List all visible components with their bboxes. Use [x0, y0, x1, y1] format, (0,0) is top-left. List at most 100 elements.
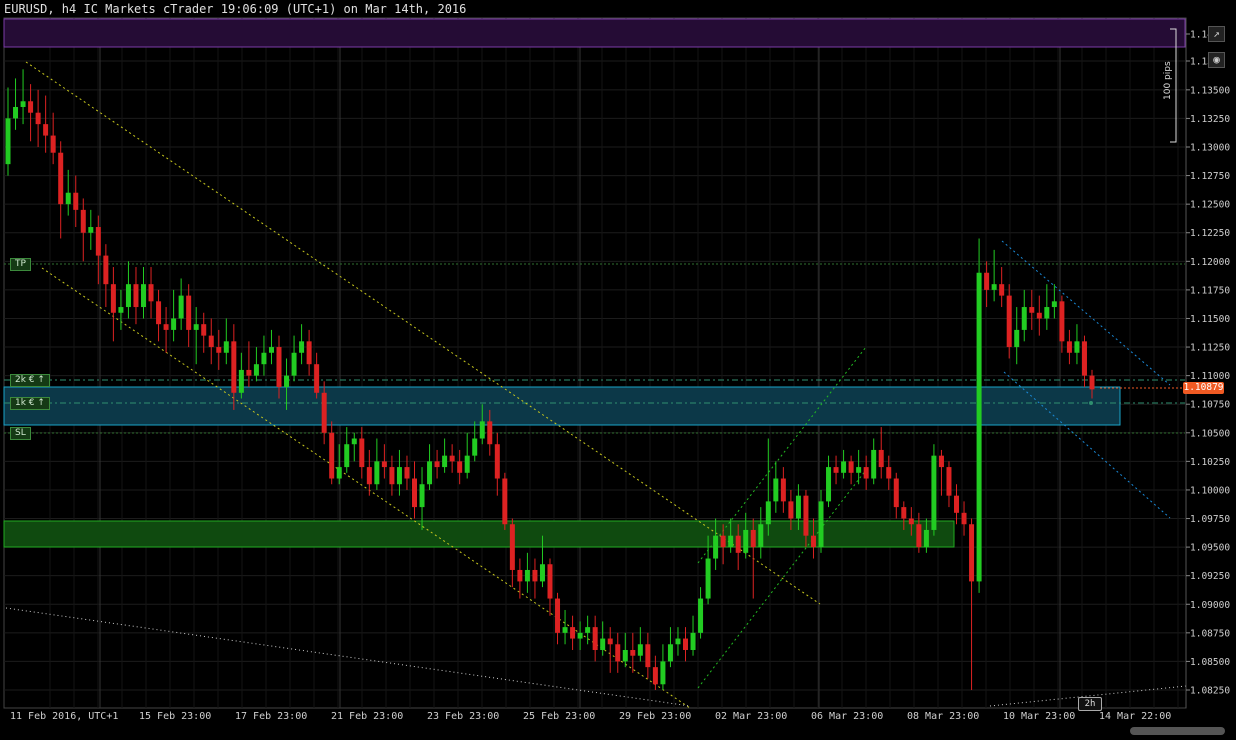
candle-body — [826, 467, 832, 502]
candle-body — [600, 638, 606, 650]
candle-body — [615, 644, 621, 662]
tp-tag[interactable]: TP — [10, 258, 31, 271]
camera-icon[interactable]: ◉ — [1208, 52, 1225, 68]
resistance-zone-purple — [3, 18, 1186, 48]
candle-body — [660, 661, 666, 685]
candle-body — [1074, 341, 1080, 353]
candle-body — [216, 347, 222, 353]
candle-body — [743, 529, 749, 553]
candle-body — [494, 444, 500, 479]
chart-canvas[interactable]: 1.141.131.135001.132501.130001.127501.12… — [0, 0, 1236, 740]
candle-body — [284, 375, 290, 388]
candle-body — [1059, 301, 1065, 342]
candle-body — [502, 478, 508, 525]
order-tag-2k[interactable]: 2k € ↑ — [10, 374, 50, 387]
candle-body — [88, 227, 94, 233]
candle-body — [381, 461, 387, 468]
candle-body — [1044, 307, 1050, 319]
sl-tag[interactable]: SL — [10, 427, 31, 440]
candle-body — [110, 284, 116, 313]
candle-body — [5, 118, 11, 165]
current-price-badge: 1.10879 — [1183, 382, 1224, 394]
price-tick-label: 1.10250 — [1190, 457, 1230, 468]
candle-body — [208, 335, 214, 348]
candle-body — [780, 478, 786, 502]
candle-body — [299, 341, 305, 353]
candle-body — [359, 438, 365, 468]
order-tag-1k[interactable]: 1k € ↑ — [10, 397, 50, 410]
candle-body — [412, 478, 417, 508]
candle-body — [728, 535, 734, 548]
candle-body — [125, 284, 131, 308]
candle-body — [923, 529, 929, 548]
candle-body — [193, 324, 199, 330]
time-axis[interactable]: 11 Feb 2016, UTC+1 15 Feb 23:00 17 Feb 23:… — [10, 711, 1171, 722]
candle-body — [735, 535, 741, 553]
price-tick-label: 1.08750 — [1190, 628, 1230, 639]
candle-body — [253, 364, 259, 376]
candle-body — [1006, 295, 1012, 348]
candle-body — [698, 598, 704, 633]
candle-body — [171, 318, 177, 330]
candle-body — [178, 295, 184, 319]
zoom-level[interactable]: 2h — [1078, 697, 1102, 711]
candle-body — [479, 421, 485, 439]
candle-body — [246, 369, 252, 376]
candle-body — [321, 392, 327, 433]
candle-body — [442, 455, 448, 468]
price-axis[interactable]: 1.141.131.135001.132501.130001.127501.12… — [1186, 30, 1230, 697]
candle-body — [984, 272, 990, 290]
order-zone-blue[interactable] — [3, 386, 1121, 426]
price-tick-label: 1.12250 — [1190, 228, 1230, 239]
price-tick-label: 1.09000 — [1190, 600, 1230, 611]
candle-body — [396, 467, 402, 485]
candle-body — [532, 569, 538, 582]
candle-body — [1051, 301, 1057, 308]
candle-body — [690, 632, 696, 650]
time-tick-label: 17 Feb 23:00 — [235, 711, 307, 722]
candle-body — [547, 564, 553, 599]
candle-body — [871, 449, 877, 479]
popout-icon[interactable]: ↗ — [1208, 26, 1225, 42]
price-tick-label: 1.13500 — [1190, 85, 1230, 96]
candle-body — [1089, 375, 1095, 390]
candle-body — [848, 461, 854, 473]
candle-body — [20, 101, 26, 107]
candle-body — [901, 507, 907, 519]
candle-body — [336, 467, 342, 479]
candle-body — [427, 461, 433, 485]
candle-body — [35, 112, 41, 125]
candle-body — [329, 432, 335, 479]
candle-body — [886, 467, 892, 479]
candle-body — [223, 341, 229, 353]
candle-body — [472, 438, 478, 456]
candle-body — [389, 467, 395, 485]
candle-body — [163, 324, 169, 330]
horizontal-scrollbar[interactable] — [1130, 727, 1225, 735]
candle-body — [750, 529, 756, 548]
time-tick-label: 23 Feb 23:00 — [427, 711, 499, 722]
candle-body — [675, 638, 681, 645]
price-tick-label: 1.11250 — [1190, 343, 1230, 354]
candle-body — [1081, 341, 1087, 376]
candle-body — [683, 638, 688, 650]
candle-body — [893, 478, 899, 508]
price-tick-label: 1.09250 — [1190, 571, 1230, 582]
candle-body — [351, 438, 357, 445]
candle-body — [156, 301, 162, 325]
candle-body — [50, 135, 56, 153]
price-tick-label: 1.11750 — [1190, 285, 1230, 296]
candle-body — [517, 569, 523, 582]
candle-body — [795, 495, 801, 519]
candle-body — [630, 649, 636, 656]
candle-body — [43, 124, 49, 136]
price-tick-label: 1.10000 — [1190, 485, 1230, 496]
candle-body — [13, 106, 19, 119]
time-tick-label: 21 Feb 23:00 — [331, 711, 403, 722]
candle-body — [652, 667, 658, 685]
candle-body — [720, 535, 726, 548]
order-marker — [1089, 401, 1093, 405]
candle-body — [833, 467, 839, 473]
candle-body — [667, 644, 673, 662]
candle-body — [314, 364, 320, 393]
